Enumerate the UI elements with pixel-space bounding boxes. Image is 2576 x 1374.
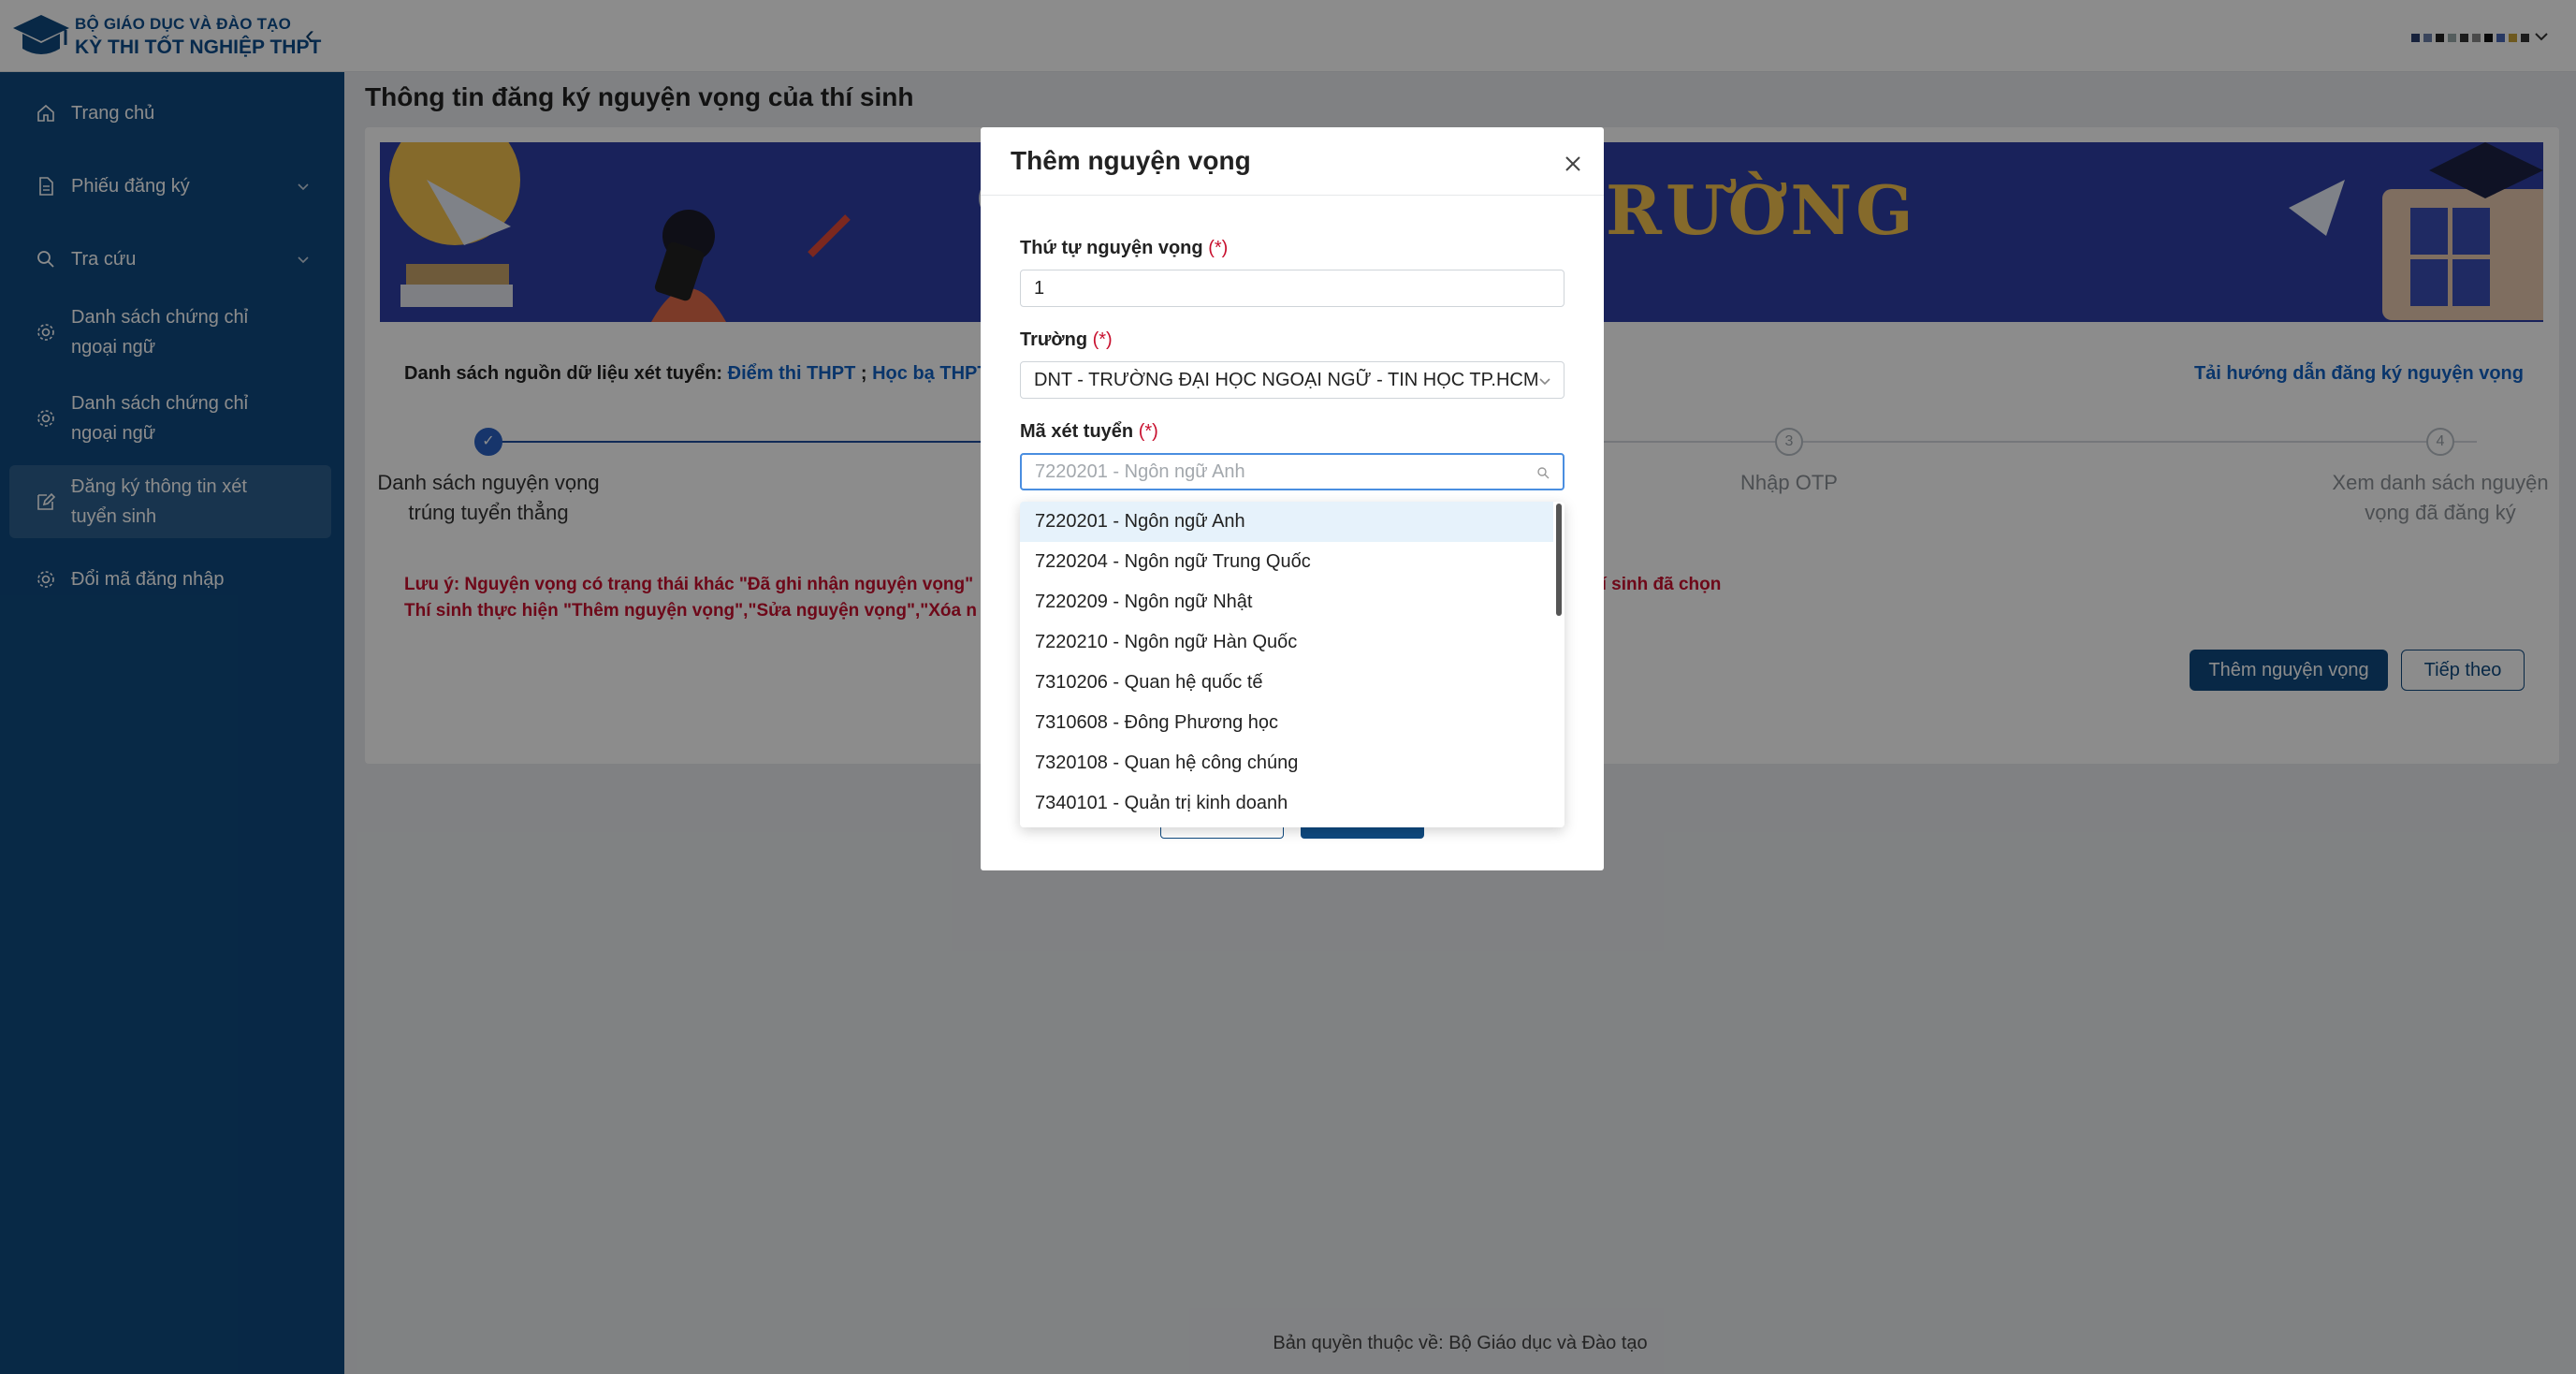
school-select-value: DNT - TRƯỜNG ĐẠI HỌC NGOẠI NGỮ - TIN HỌC… [1034,370,1539,390]
dropdown-scrollbar[interactable] [1556,504,1562,616]
modal-divider [981,195,1604,196]
order-input[interactable]: 1 [1020,270,1565,307]
dropdown-option[interactable]: 7340101 - Quản trị kinh doanh [1020,783,1553,824]
order-field-label: Thứ tự nguyện vọng (*) [1020,238,1228,259]
dropdown-option[interactable]: 7220204 - Ngôn ngữ Trung Quốc [1020,542,1553,582]
chevron-down-icon [1539,378,1550,386]
admission-code-placeholder: 7220201 - Ngôn ngữ Anh [1035,461,1245,482]
dropdown-option[interactable]: 7220201 - Ngôn ngữ Anh [1020,502,1553,542]
school-field-label: Trường (*) [1020,329,1113,351]
dropdown-option[interactable]: 7320108 - Quan hệ công chúng [1020,743,1553,783]
school-label-text: Trường [1020,329,1088,350]
required-mark: (*) [1092,329,1113,350]
admission-code-field-label: Mã xét tuyển (*) [1020,421,1158,443]
close-icon[interactable] [1563,153,1583,174]
modal-title: Thêm nguyện vọng [1011,146,1251,175]
dropdown-option[interactable]: 7310206 - Quan hệ quốc tế [1020,663,1553,703]
school-select[interactable]: DNT - TRƯỜNG ĐẠI HỌC NGOẠI NGỮ - TIN HỌC… [1020,361,1565,399]
code-label-text: Mã xét tuyển [1020,421,1134,442]
search-icon [1537,467,1550,479]
admission-code-dropdown: 7220201 - Ngôn ngữ Anh 7220204 - Ngôn ng… [1020,502,1565,827]
order-label-text: Thứ tự nguyện vọng [1020,238,1203,258]
required-mark: (*) [1208,238,1229,258]
dropdown-option[interactable]: 7220210 - Ngôn ngữ Hàn Quốc [1020,622,1553,663]
dropdown-option[interactable]: 7310608 - Đông Phương học [1020,703,1553,743]
dropdown-option[interactable]: 7220209 - Ngôn ngữ Nhật [1020,582,1553,622]
required-mark: (*) [1138,421,1158,442]
admission-code-search-select[interactable]: 7220201 - Ngôn ngữ Anh [1020,453,1565,490]
